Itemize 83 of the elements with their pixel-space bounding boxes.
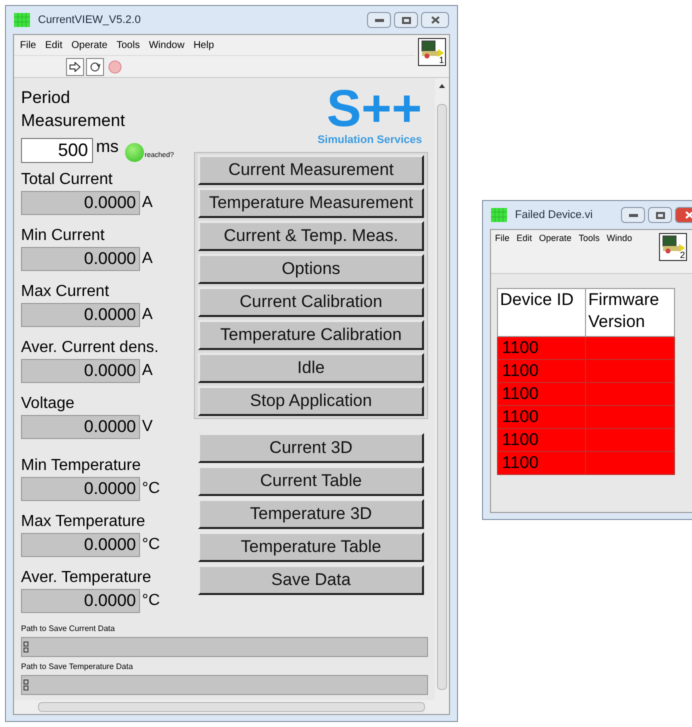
column-header: Firmware Version (586, 288, 674, 336)
path-field[interactable] (21, 674, 428, 694)
device-id-cell: 1100 (498, 360, 586, 382)
readout-label: Max Current (21, 282, 110, 302)
panel-button[interactable]: Current & Temp. Meas. (198, 221, 424, 251)
period-field[interactable]: 500 (21, 138, 93, 162)
window-title: Failed Device.vi (515, 208, 594, 223)
unit-label: A (142, 304, 153, 324)
panel-button[interactable]: Temperature Measurement (198, 188, 424, 218)
unit-label: V (142, 416, 153, 436)
close-button[interactable] (421, 12, 449, 28)
device-id-cell: 1100 (498, 428, 586, 452)
unit-label: °C (142, 590, 160, 610)
readout-value: 0.0000 (21, 190, 140, 214)
menu-item[interactable]: File (20, 38, 36, 52)
column-header: Device ID (498, 288, 586, 336)
readout-value: 0.0000 (21, 476, 140, 500)
readout-label: Total Current (21, 170, 114, 190)
close-icon (430, 16, 440, 24)
panel-button[interactable]: Current Measurement (198, 155, 424, 185)
menu-item[interactable]: Edit (516, 232, 532, 246)
readout-label: Max Temperature (21, 512, 146, 532)
menu-item[interactable]: Edit (45, 38, 62, 52)
menu-item[interactable]: File (495, 232, 510, 246)
panel-button[interactable]: Temperature Table (198, 532, 424, 562)
panel-button[interactable]: Options (198, 254, 424, 284)
panel-button[interactable]: Idle (198, 353, 424, 383)
readout-value: 0.0000 (21, 414, 140, 438)
minimize-button[interactable] (367, 12, 391, 28)
menu-item[interactable]: Windo (606, 232, 632, 246)
window-title: CurrentVIEW_V5.2.0 (38, 12, 142, 28)
panel-button[interactable]: Temperature Calibration (198, 320, 424, 350)
menu-item[interactable]: Operate (71, 38, 108, 52)
readout-value: 0.0000 (21, 588, 140, 612)
menu-item[interactable]: Tools (116, 38, 140, 52)
vi-icon-number: 2 (680, 251, 685, 260)
panel-button[interactable]: Temperature 3D (198, 499, 424, 529)
path-label: Path to Save Temperature Data (21, 660, 134, 672)
device-id-cell: 1100 (498, 382, 586, 406)
panel-button[interactable]: Save Data (198, 565, 424, 595)
path-browse-icon (23, 678, 29, 690)
vi-icon-number: 1 (438, 56, 444, 65)
panel-button[interactable]: Current Calibration (198, 287, 424, 317)
period-unit: ms (96, 136, 119, 158)
logo-subtitle: Simulation Services (317, 133, 422, 148)
minimize-button[interactable] (621, 207, 645, 223)
device-id-cell: 1100 (498, 452, 586, 474)
menu-item[interactable]: Operate (539, 232, 572, 246)
vi-icon[interactable]: 2 (659, 233, 687, 261)
readout-label: Min Temperature (21, 456, 142, 476)
readout-label: Min Current (21, 226, 106, 246)
unit-label: A (142, 192, 153, 212)
device-id-cell: 1100 (498, 336, 586, 360)
panel-button[interactable]: Current 3D (198, 433, 424, 463)
menu-item[interactable]: Help (193, 38, 214, 52)
readout-value: 0.0000 (21, 532, 140, 556)
readout-value: 0.0000 (21, 358, 140, 382)
device-id-cell: 1100 (498, 406, 586, 428)
unit-label: A (142, 360, 153, 380)
unit-label: °C (142, 534, 160, 554)
logo-mark: S++ (326, 86, 422, 132)
maximize-button[interactable] (648, 207, 672, 223)
menu-item[interactable]: Window (148, 38, 184, 52)
close-icon (684, 211, 692, 219)
scroll-up-arrow-icon[interactable] (439, 84, 445, 88)
maximize-button[interactable] (394, 12, 418, 28)
panel-button[interactable]: Stop Application (198, 386, 424, 416)
panel-button[interactable]: Current Table (198, 466, 424, 496)
readout-label: Aver. Current dens. (21, 338, 160, 358)
run-continuous-icon[interactable] (86, 58, 104, 76)
path-field[interactable] (21, 636, 428, 656)
readout-value: 0.0000 (21, 302, 140, 326)
grid-app-icon (14, 13, 30, 27)
menu-item[interactable]: Tools (578, 232, 600, 246)
readout-value: 0.0000 (21, 246, 140, 270)
grid-app-icon (491, 208, 507, 222)
readout-label: Aver. Temperature (21, 568, 152, 588)
unit-label: °C (142, 478, 160, 498)
path-browse-icon (23, 640, 29, 652)
vi-icon[interactable]: 1 (418, 38, 446, 66)
unit-label: A (142, 248, 153, 268)
path-label: Path to Save Current Data (21, 622, 116, 634)
readout-label: Voltage (21, 394, 76, 414)
